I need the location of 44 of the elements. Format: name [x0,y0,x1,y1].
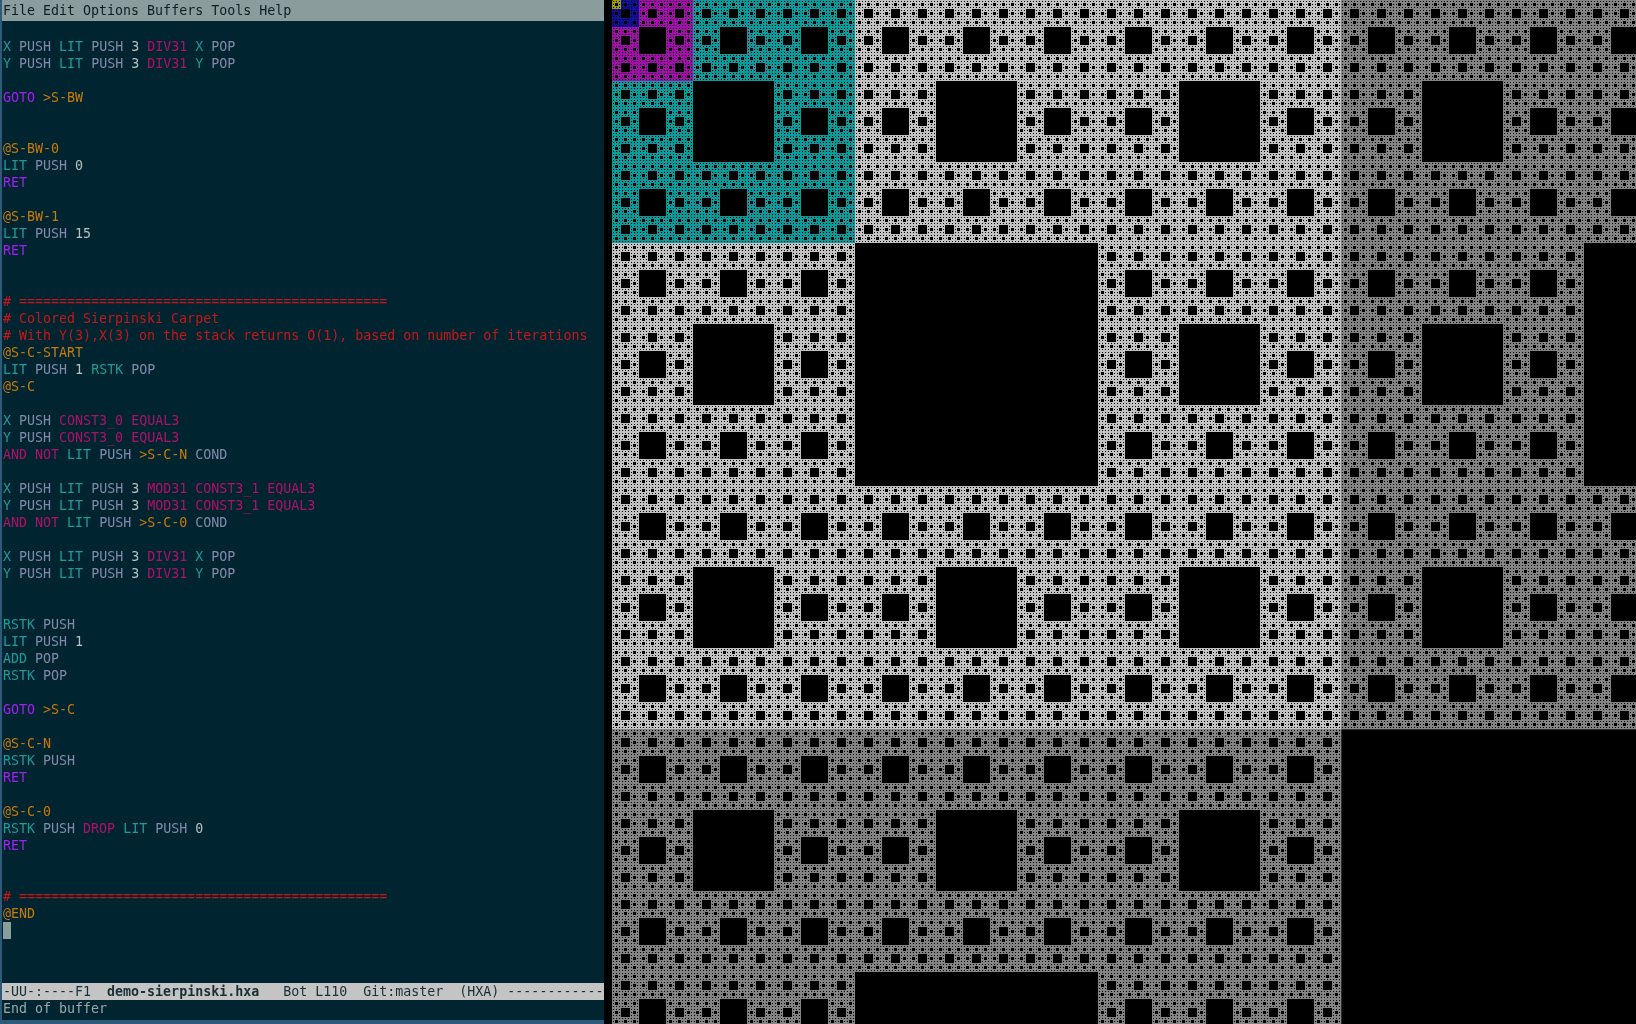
code-line: X PUSH LIT PUSH 3 MOD31 CONST3_1 EQUAL3 [3,481,316,496]
code-line: @S-BW-0 [3,141,60,156]
code-line: Y PUSH LIT PUSH 3 DIV31 Y POP [3,566,236,581]
code-line: LIT PUSH 1 RSTK POP [3,362,156,377]
code-line: RET [3,243,28,258]
code-line: GOTO >S-BW [3,90,84,105]
code-line: @S-C-N [3,736,52,751]
code-line: LIT PUSH 1 [3,634,84,649]
menu-item[interactable]: Options [83,2,140,19]
code-line: RSTK POP [3,668,68,683]
code-comment: # ============================================== [3,889,388,904]
menu-item[interactable]: File [3,2,36,19]
text-cursor [3,922,11,939]
code-line: RET [3,175,28,190]
code-line: ADD POP [3,651,60,666]
code-line: GOTO >S-C [3,702,76,717]
code-line: LIT PUSH 0 [3,158,84,173]
echo-area-message: End of buffer [2,1000,109,1018]
code-line: RSTK PUSH DROP LIT PUSH 0 [3,821,204,836]
menu-item[interactable]: Tools [211,2,252,19]
code-line: Y PUSH LIT PUSH 3 DIV31 Y POP [3,56,236,71]
menu-item[interactable]: Buffers [147,2,204,19]
code-line: RSTK PUSH [3,617,76,632]
menu-item[interactable]: Help [259,2,292,19]
code-line: @S-C-0 [3,804,52,819]
code-line: X PUSH CONST3_0 EQUAL3 [3,413,180,428]
code-line: Y PUSH LIT PUSH 3 MOD31 CONST3_1 EQUAL3 [3,498,316,513]
code-line: RSTK PUSH [3,753,76,768]
code-line: @S-BW-1 [3,209,60,224]
code-line: @S-C [3,379,36,394]
code-line: AND NOT LIT PUSH >S-C-N COND [3,447,228,462]
menu-item[interactable]: Edit [43,2,76,19]
code-line: AND NOT LIT PUSH >S-C-0 COND [3,515,228,530]
code-comment: # With Y(3),X(3) on the stack returns O(1), based on number of iterations [3,328,588,343]
code-line: RET [3,838,28,853]
code-line: @S-C-START [3,345,84,360]
code-line: LIT PUSH 15 [3,226,92,241]
code-line: X PUSH LIT PUSH 3 DIV31 X POP [3,549,236,564]
code-comment: # Colored Sierpinski Carpet [3,311,220,326]
code-line: @END [3,906,36,921]
code-comment: # ============================================== [3,294,388,309]
code-line: RET [3,770,28,785]
code-line: Y PUSH CONST3_0 EQUAL3 [3,430,180,445]
code-line: X PUSH LIT PUSH 3 DIV31 X POP [3,39,236,54]
